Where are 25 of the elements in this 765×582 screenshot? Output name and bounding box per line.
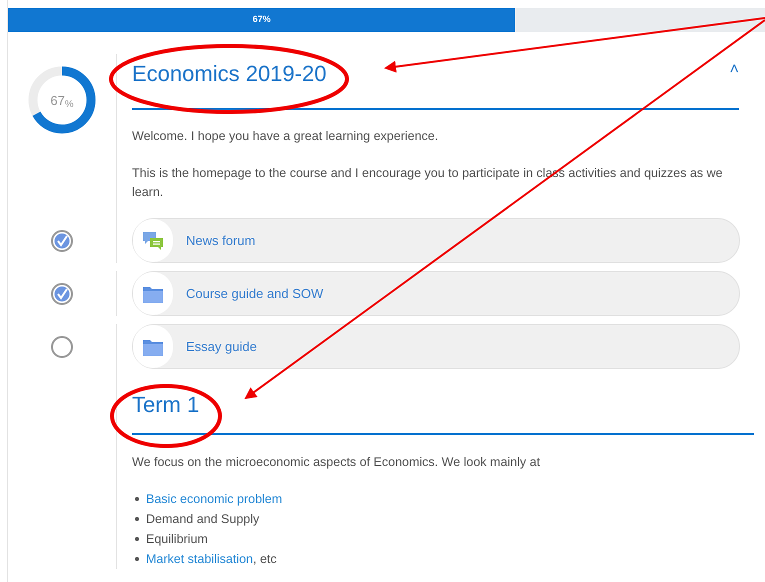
progress-label: 67%	[252, 13, 271, 26]
list-item-text: Equilibrium	[146, 532, 208, 546]
bullet-icon	[135, 516, 139, 521]
section-text: Welcome. I hope you have a great learning experience.	[132, 128, 440, 145]
collapse-toggle[interactable]: ˄	[730, 54, 739, 82]
activity-link[interactable]: Essay guide	[186, 336, 257, 356]
topic-link[interactable]: Basic economic problem	[146, 492, 282, 506]
bullet-icon	[135, 496, 139, 501]
completion-checkbox[interactable]	[51, 336, 73, 358]
list-item-text: , etc	[253, 552, 277, 566]
activity-link[interactable]: Course guide and SOW	[186, 284, 324, 304]
activity-item[interactable]: News forum	[132, 218, 740, 263]
section-title: Term 1	[132, 392, 200, 418]
section-text: We focus on the microeconomic aspects of Economics. We look mainly at	[132, 454, 542, 471]
bullet-icon	[135, 556, 139, 561]
activity-item[interactable]: Essay guide	[132, 324, 740, 369]
list-item-text: Demand and Supply	[146, 512, 260, 526]
section-title: Economics 2019-20	[132, 61, 326, 87]
completion-checkbox[interactable]	[51, 230, 73, 252]
completion-checkbox[interactable]	[51, 282, 73, 304]
activity-item[interactable]: Course guide and SOW	[132, 271, 740, 316]
donut-label: 67$_{%}$	[49, 92, 75, 110]
bullet-icon	[135, 536, 139, 541]
topic-link[interactable]: Market stabilisation	[146, 552, 253, 566]
activity-link[interactable]: News forum	[186, 230, 256, 250]
